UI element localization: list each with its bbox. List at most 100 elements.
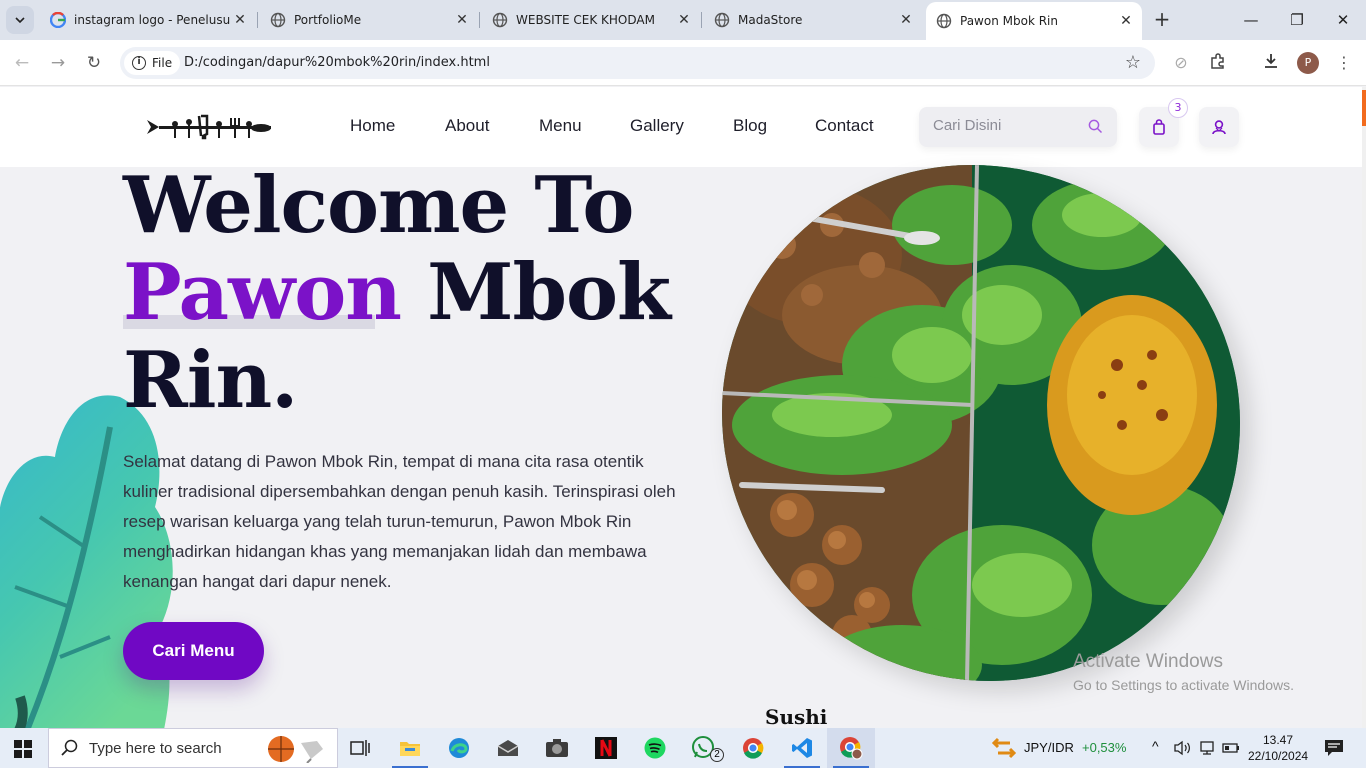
site-header: Home About Menu Gallery Blog Contact 3 <box>0 87 1362 167</box>
google-g-icon <box>50 12 66 28</box>
extensions-icon[interactable] <box>1207 52 1229 74</box>
whatsapp-unread-badge: 2 <box>710 748 724 762</box>
watermark-line-1: Activate Windows <box>1073 651 1223 672</box>
hero-title-accent: Pawon <box>123 247 402 338</box>
task-view-icon[interactable] <box>336 728 384 768</box>
new-tab-button[interactable]: + <box>1150 8 1174 32</box>
reload-button[interactable]: ↻ <box>81 50 107 76</box>
close-icon[interactable]: ✕ <box>896 12 916 28</box>
tab-search-button[interactable] <box>6 6 34 34</box>
tab-madastore[interactable]: MadaStore ✕ <box>704 6 922 34</box>
menu-kebab-icon[interactable]: ⋮ <box>1333 52 1355 74</box>
page-scrollbar[interactable] <box>1362 87 1366 728</box>
chevron-down-icon <box>15 17 25 24</box>
windows-taskbar: Type here to search 2 JPY/IDR +0,53% ^ 1… <box>0 728 1366 768</box>
whatsapp-icon[interactable]: 2 <box>680 728 728 768</box>
file-explorer-icon[interactable] <box>386 728 434 768</box>
currency-ticker-icon <box>992 737 1016 759</box>
globe-icon <box>270 12 286 28</box>
nav-contact[interactable]: Contact <box>815 116 874 136</box>
basketball-icon <box>268 736 323 763</box>
restore-button[interactable]: ❐ <box>1285 8 1309 32</box>
globe-icon <box>492 12 508 28</box>
notification-icon[interactable] <box>1324 739 1344 757</box>
watermark-line-2: Go to Settings to activate Windows. <box>1073 677 1294 693</box>
chevron-up-icon[interactable]: ^ <box>1152 738 1159 754</box>
next-section-title: Sushi <box>765 705 828 728</box>
tab-title: Pawon Mbok Rin <box>960 14 1058 28</box>
mail-icon[interactable] <box>484 728 532 768</box>
hero-title-line-3: Rin. <box>123 335 298 426</box>
address-bar[interactable]: i File D:/codingan/dapur%20mbok%20rin/in… <box>120 47 1155 79</box>
minimize-button[interactable]: — <box>1239 8 1263 32</box>
forward-button[interactable]: → <box>45 50 71 76</box>
nav-home[interactable]: Home <box>350 116 395 136</box>
network-icon[interactable] <box>1199 740 1215 756</box>
search-icon <box>61 739 78 756</box>
hero-title-rest: Mbok <box>427 247 671 338</box>
download-icon[interactable] <box>1260 52 1282 74</box>
windows-start-icon[interactable] <box>14 740 32 758</box>
ticker-change[interactable]: +0,53% <box>1082 740 1126 755</box>
tab-title: PortfolioMe <box>294 13 362 27</box>
site-info-label: File <box>152 56 173 70</box>
hero-title-line-2: Pawon Mbok <box>123 254 671 332</box>
account-button[interactable] <box>1199 107 1239 147</box>
close-window-button[interactable]: ✕ <box>1331 8 1355 32</box>
tab-instagram-logo[interactable]: instagram logo - Penelusura ✕ <box>40 6 258 34</box>
close-icon[interactable]: ✕ <box>1116 13 1136 29</box>
user-icon <box>1212 120 1226 135</box>
shopping-bag-icon <box>1153 119 1165 135</box>
battery-icon[interactable] <box>1222 741 1240 755</box>
bookmark-star-icon[interactable]: ☆ <box>1125 52 1141 73</box>
nav-gallery[interactable]: Gallery <box>630 116 684 136</box>
back-button[interactable]: ← <box>9 50 35 76</box>
tab-title: MadaStore <box>738 13 803 27</box>
compass-icon[interactable]: ⊘ <box>1170 52 1192 74</box>
tab-strip: instagram logo - Penelusura ✕ PortfolioM… <box>0 0 1366 40</box>
globe-icon <box>936 13 952 29</box>
activate-windows-watermark: Activate Windows Go to Settings to activ… <box>1073 651 1294 693</box>
tab-pawon-mbok-rin[interactable]: Pawon Mbok Rin ✕ <box>926 2 1142 40</box>
browser-toolbar: ← → ↻ i File D:/codingan/dapur%20mbok%20… <box>0 40 1366 86</box>
hero-food-image <box>722 165 1240 681</box>
site-search <box>919 107 1117 147</box>
tab-title: instagram logo - Penelusura <box>74 13 230 27</box>
clock-time: 13.47 <box>1262 733 1294 747</box>
chrome-profile-icon[interactable] <box>827 728 875 768</box>
url-text[interactable]: D:/codingan/dapur%20mbok%20rin/index.htm… <box>184 55 490 70</box>
globe-icon <box>714 12 730 28</box>
clock-date: 22/10/2024 <box>1248 749 1309 763</box>
nav-blog[interactable]: Blog <box>733 116 767 136</box>
taskbar-search-placeholder: Type here to search <box>89 740 222 757</box>
tab-title: WEBSITE CEK KHODAM <box>516 13 655 27</box>
spotify-icon[interactable] <box>631 728 679 768</box>
web-page: Home About Menu Gallery Blog Contact 3 W… <box>0 87 1362 728</box>
edge-icon[interactable] <box>435 728 483 768</box>
close-icon[interactable]: ✕ <box>230 12 250 28</box>
nav-menu[interactable]: Menu <box>539 116 582 136</box>
close-icon[interactable]: ✕ <box>674 12 694 28</box>
taskbar-search[interactable]: Type here to search <box>48 728 338 768</box>
hero-description: Selamat datang di Pawon Mbok Rin, tempat… <box>123 452 676 591</box>
vscode-icon[interactable] <box>778 728 826 768</box>
ticker-pair[interactable]: JPY/IDR <box>1024 740 1074 755</box>
taskbar-clock[interactable]: 13.47 22/10/2024 <box>1248 732 1308 764</box>
site-info-chip[interactable]: i File <box>124 51 181 75</box>
search-icon[interactable] <box>1088 119 1103 134</box>
scrollbar-thumb[interactable] <box>1362 90 1366 126</box>
camera-icon[interactable] <box>533 728 581 768</box>
cari-menu-button[interactable]: Cari Menu <box>123 622 264 680</box>
netflix-icon[interactable] <box>582 728 630 768</box>
search-input[interactable] <box>933 117 1083 134</box>
hero-title-line-1: Welcome To <box>123 160 634 251</box>
profile-avatar[interactable]: P <box>1297 52 1319 74</box>
tab-portfoliome[interactable]: PortfolioMe ✕ <box>260 6 480 34</box>
site-logo[interactable] <box>145 112 273 142</box>
close-icon[interactable]: ✕ <box>452 12 472 28</box>
nav-about[interactable]: About <box>445 116 489 136</box>
chrome-icon[interactable] <box>729 728 777 768</box>
cart-count-badge: 3 <box>1168 98 1188 118</box>
speaker-icon[interactable] <box>1173 740 1191 756</box>
tab-website-cek-khodam[interactable]: WEBSITE CEK KHODAM ✕ <box>482 6 702 34</box>
